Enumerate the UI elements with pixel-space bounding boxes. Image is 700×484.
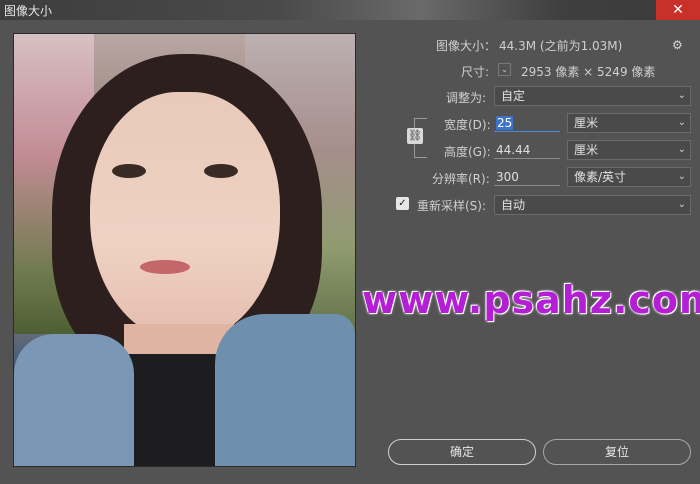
width-input[interactable]: 25: [494, 114, 560, 132]
resolution-value: 300: [496, 170, 519, 184]
dimensions-value: 2953 像素 × 5249 像素: [521, 65, 656, 79]
resample-label: 重新采样(S):: [417, 199, 487, 213]
resolution-unit-value: 像素/英寸: [574, 170, 627, 184]
dimensions-unit-dropdown[interactable]: ⌄: [498, 63, 511, 76]
height-value: 44.44: [496, 143, 531, 157]
height-label: 高度(G):: [444, 145, 491, 159]
resolution-unit-select[interactable]: 像素/英寸 ⌄: [567, 167, 691, 187]
width-unit-value: 厘米: [574, 116, 599, 130]
fit-to-select[interactable]: 自定 ⌄: [494, 86, 691, 106]
chevron-down-icon: ⌄: [677, 144, 686, 155]
fit-to-value: 自定: [501, 89, 526, 103]
preview-jacket-right: [215, 314, 355, 466]
width-unit-select[interactable]: 厘米 ⌄: [567, 113, 691, 133]
preview-jacket-left: [14, 334, 134, 466]
resample-value: 自动: [501, 198, 526, 212]
title-bar: 图像大小 ✕: [0, 0, 700, 20]
reset-button[interactable]: 复位: [543, 439, 691, 465]
image-size-label: 图像大小：: [436, 39, 497, 53]
width-value: 25: [496, 116, 514, 130]
preview-eye-left: [112, 164, 146, 178]
close-button[interactable]: ✕: [656, 0, 700, 20]
preview-eye-right: [204, 164, 238, 178]
width-label: 宽度(D):: [444, 118, 491, 132]
chevron-down-icon: ⌄: [677, 199, 686, 210]
gear-icon[interactable]: ⚙: [672, 38, 683, 52]
height-unit-select[interactable]: 厘米 ⌄: [567, 140, 691, 160]
preview-face: [90, 92, 280, 342]
resample-checkbox[interactable]: ✓: [396, 197, 409, 210]
resolution-input[interactable]: 300: [494, 168, 560, 186]
height-unit-value: 厘米: [574, 143, 599, 157]
image-size-value: 44.3M (之前为1.03M): [499, 39, 623, 53]
chevron-down-icon: ⌄: [677, 117, 686, 128]
resolution-label: 分辨率(R):: [432, 172, 490, 186]
chevron-down-icon: ⌄: [677, 90, 686, 101]
ok-button[interactable]: 确定: [388, 439, 536, 465]
resample-select[interactable]: 自动 ⌄: [494, 195, 691, 215]
fit-to-label: 调整为:: [446, 91, 487, 105]
image-preview[interactable]: [13, 33, 356, 467]
chain-link-icon[interactable]: ⛓: [407, 128, 423, 144]
preview-lips: [140, 260, 190, 274]
window-title: 图像大小: [4, 4, 53, 18]
chevron-down-icon: ⌄: [677, 171, 686, 182]
dimensions-label: 尺寸:: [461, 65, 490, 79]
watermark-text: www.psahz.com: [362, 278, 700, 322]
height-input[interactable]: 44.44: [494, 141, 560, 159]
